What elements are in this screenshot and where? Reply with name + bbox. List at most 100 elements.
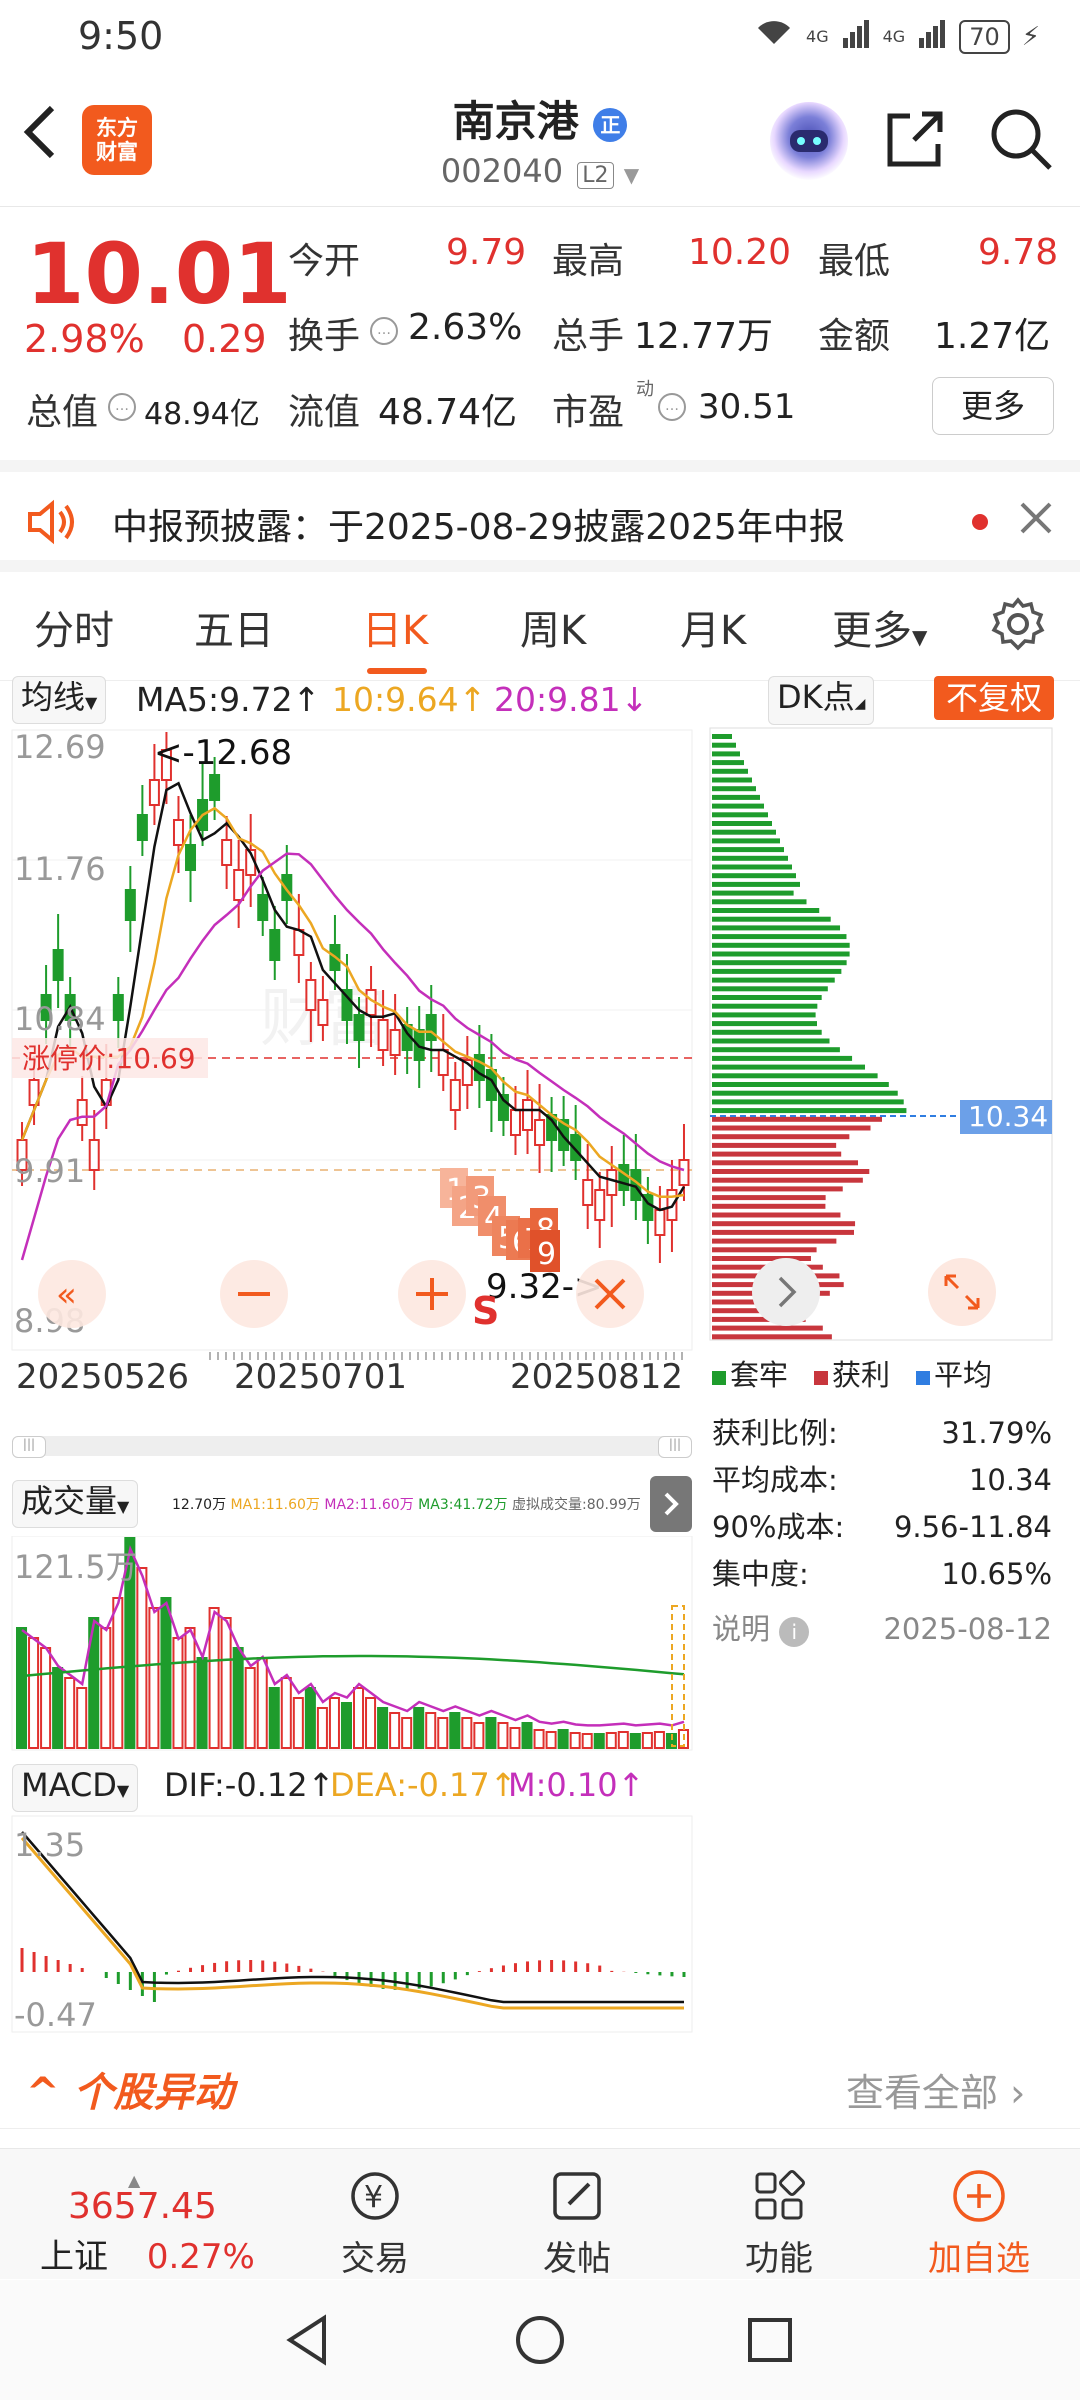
gear-icon[interactable] <box>990 596 1046 656</box>
macd-select[interactable]: MACD▼ <box>12 1764 139 1812</box>
chevron-right-icon: › <box>1010 2071 1026 2115</box>
tab-monthly-k[interactable]: 月K <box>680 598 746 656</box>
stat-label: 获利比例: <box>712 1416 838 1450</box>
last-price: 10.01 <box>26 225 292 323</box>
amount-label: 金额 <box>818 316 891 357</box>
system-home-icon[interactable] <box>512 2312 568 2372</box>
candle <box>269 929 281 961</box>
volume-bar <box>40 1647 52 1749</box>
candle <box>172 819 184 846</box>
macd-chart[interactable]: 1.35 -0.47 <box>0 1812 700 2036</box>
candle <box>233 869 245 901</box>
chip-bar <box>712 925 841 931</box>
chip-stats: 获利比例: 31.79% 平均成本: 10.34 90%成本: 9.56-11.84 … <box>712 1410 1052 1653</box>
avg-cost-label: 10.34 <box>968 1100 1048 1133</box>
stock-movement-section: ^ 个股异动 查看全部 › <box>0 2046 1080 2129</box>
volume-bar <box>497 1722 509 1749</box>
info-icon[interactable]: … <box>658 393 686 421</box>
chip-bar <box>712 1229 854 1235</box>
system-back-icon[interactable] <box>280 2312 336 2372</box>
note-row[interactable]: 说明 i 2025-08-12 <box>712 1606 1052 1653</box>
chip-next-button[interactable] <box>752 1258 820 1326</box>
search-icon[interactable] <box>986 104 1056 174</box>
range-scrollbar[interactable]: ||| ||| <box>12 1436 692 1458</box>
chip-bar <box>712 995 822 1000</box>
volume-chart[interactable]: 121.5万 <box>0 1536 700 1756</box>
close-icon[interactable] <box>1018 500 1054 540</box>
info-icon[interactable]: … <box>108 393 136 421</box>
movement-title: 个股异动 <box>73 2070 234 2116</box>
volume-bar <box>377 1707 389 1749</box>
nav-functions[interactable]: 功能 <box>714 2161 844 2280</box>
volume-bar <box>52 1667 64 1749</box>
tab-intraday[interactable]: 分时 <box>34 598 114 656</box>
range-handle-right[interactable]: ||| <box>658 1436 692 1458</box>
indicator-select[interactable]: 均线▼ <box>12 676 107 724</box>
assistant-robot-icon[interactable] <box>770 102 848 180</box>
tab-daily-k[interactable]: 日K <box>362 598 428 656</box>
chip-bar <box>712 873 796 879</box>
chip-bar <box>712 968 842 974</box>
dk-point-toggle[interactable]: DK点◢ <box>768 676 875 725</box>
stock-code: 002040 <box>440 152 564 190</box>
chip-bar <box>712 1142 837 1148</box>
chip-bar <box>712 742 736 748</box>
expand-panel-button[interactable] <box>650 1476 692 1532</box>
index-ticker[interactable]: ▲ 3657.45 上证 0.27% <box>40 2171 288 2278</box>
volume-bar <box>485 1717 497 1749</box>
movement-title-row: ^ 个股异动 <box>26 2060 233 2118</box>
chip-bar <box>712 881 800 887</box>
tab-weekly-k[interactable]: 周K <box>520 598 586 656</box>
view-all-label: 查看全部 <box>846 2071 999 2115</box>
notice-bar[interactable]: 中报预披露：于2025-08-29披露2025年中报 <box>0 460 1080 572</box>
tab-5day[interactable]: 五日 <box>194 598 274 656</box>
volume-bar <box>280 1677 292 1749</box>
nav-add-watchlist[interactable]: 加自选 <box>914 2161 1044 2280</box>
volume-bar <box>160 1597 172 1749</box>
volume-bar <box>425 1712 437 1749</box>
chip-bar <box>712 1160 859 1166</box>
share-icon[interactable] <box>880 104 950 174</box>
chip-bar <box>712 1099 904 1105</box>
tab-more[interactable]: 更多▼ <box>832 598 927 656</box>
chip-bar <box>712 1169 870 1174</box>
nav-post[interactable]: 发帖 <box>512 2161 642 2280</box>
dk-point-label: DK点 <box>777 678 855 716</box>
volume-bar <box>437 1717 449 1749</box>
chip-bar <box>712 942 850 948</box>
kline-chart[interactable]: 财富 12.69 11.76 10.84 9.91 8.98 涨停价:10.69… <box>0 720 700 1430</box>
caret-down-icon: ▼ <box>912 625 928 649</box>
system-recents-icon[interactable] <box>742 2312 798 2372</box>
chip-bars <box>712 734 907 1340</box>
more-quote-button[interactable]: 更多 <box>932 377 1054 435</box>
candle <box>317 999 329 1026</box>
chip-bar <box>712 1064 866 1070</box>
volume-bar <box>557 1729 569 1749</box>
chip-expand-button[interactable] <box>928 1258 996 1326</box>
range-handle-left[interactable]: ||| <box>12 1436 46 1458</box>
index-name: 上证 <box>40 2237 108 2277</box>
candle <box>582 1179 594 1206</box>
info-icon[interactable]: … <box>370 317 398 345</box>
status-bar: 9:50 4G 4G 70 ⚡ <box>0 0 1080 72</box>
chip-bar <box>712 1125 871 1131</box>
volume-select[interactable]: 成交量▼ <box>12 1480 139 1528</box>
view-all-link[interactable]: 查看全部 › <box>846 2062 1025 2117</box>
volume-bar <box>100 1627 112 1749</box>
y-label-2: 10.84 <box>14 1000 106 1038</box>
dif-line <box>21 1831 684 2004</box>
chip-bar <box>712 934 847 940</box>
chip-distribution-chart[interactable]: 10.34 <box>708 726 1074 1346</box>
signal-1-label: 4G <box>806 27 829 46</box>
nav-trade[interactable]: ¥ 交易 <box>310 2161 440 2280</box>
candle <box>124 889 136 921</box>
caret-corner-icon: ◢ <box>854 696 866 712</box>
change-abs: 0.29 <box>182 317 267 361</box>
candle <box>293 929 305 956</box>
legend-profit-label: 获利 <box>832 1358 891 1392</box>
adjust-button[interactable]: 不复权 <box>934 676 1055 720</box>
volume-bar <box>16 1627 28 1749</box>
pe-value: 30.51 <box>698 387 796 427</box>
trade-icon: ¥ <box>310 2161 440 2231</box>
y-label-3: 9.91 <box>14 1152 85 1190</box>
